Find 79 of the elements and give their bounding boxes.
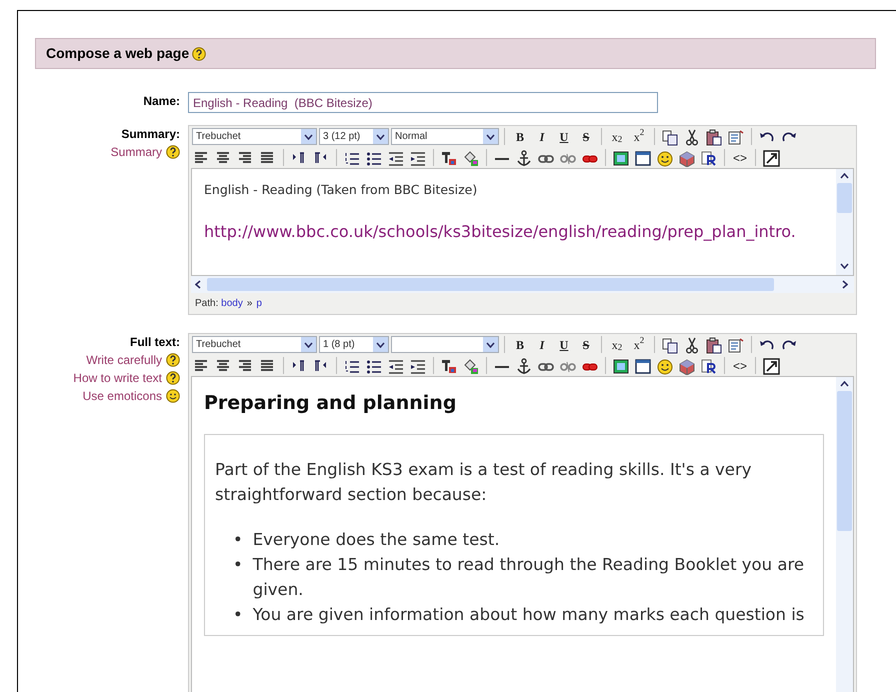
scrollbar-thumb[interactable] xyxy=(837,391,852,531)
help-icon xyxy=(166,145,180,159)
field-label: Full text: xyxy=(130,334,180,351)
section-title: Compose a web page xyxy=(46,44,190,63)
document-icon[interactable] xyxy=(727,128,745,146)
scroll-down-icon xyxy=(840,263,849,269)
font-select[interactable]: Trebuchet xyxy=(192,128,317,145)
path-label: Path: xyxy=(195,298,218,309)
bullet: • xyxy=(233,604,243,626)
paragraph: Part of the English KS3 exam is a test of reading skills. It's a very straightforward section because: xyxy=(215,458,753,506)
subscript-button[interactable]: x$_{2}$ xyxy=(607,335,627,354)
cube-icon[interactable] xyxy=(678,148,696,166)
name-field[interactable]: English - Reading (BBC Bitesize) xyxy=(188,92,658,113)
list-item: Everyone does the same test. xyxy=(252,528,500,550)
clipboard-icon[interactable] xyxy=(705,336,723,354)
help-icon xyxy=(166,353,180,367)
table-icon[interactable] xyxy=(634,148,652,166)
smiley-icon xyxy=(166,389,180,403)
replace-icon[interactable] xyxy=(700,148,718,166)
image-icon[interactable] xyxy=(612,148,630,166)
scroll-up-icon xyxy=(840,173,849,179)
underline-button[interactable]: U xyxy=(554,127,574,146)
scroll-left-icon xyxy=(195,280,201,289)
bold-button[interactable]: B xyxy=(510,127,530,146)
scrollbar-thumb[interactable] xyxy=(837,183,852,213)
list-item: There are 15 minutes to read through the Reading Booklet you are given. xyxy=(252,554,806,600)
copy-icon[interactable] xyxy=(661,336,679,354)
list-item: You are given information about how many marks each question is xyxy=(252,604,804,626)
anchor-icon[interactable] xyxy=(515,356,533,374)
superscript-button[interactable]: x$^{2}$ xyxy=(629,127,649,146)
bullet: • xyxy=(233,528,243,550)
clipboard-icon[interactable] xyxy=(705,128,723,146)
cube-icon[interactable] xyxy=(678,356,696,374)
bullet: • xyxy=(233,554,243,576)
field-label: Name: xyxy=(143,93,180,110)
help-link[interactable]: How to write text xyxy=(73,369,162,387)
format-select[interactable]: Normal xyxy=(391,128,499,145)
smiley-icon[interactable] xyxy=(656,148,674,166)
size-select[interactable]: 3 (12 pt) xyxy=(319,128,389,145)
help-link[interactable]: Use emoticons xyxy=(82,387,162,405)
size-select[interactable]: 1 (8 pt) xyxy=(319,336,389,353)
path-link[interactable]: p xyxy=(256,298,262,309)
superscript-button[interactable]: x$^{2}$ xyxy=(629,335,649,354)
bold-button[interactable]: B xyxy=(510,335,530,354)
help-icon xyxy=(192,46,206,60)
fullscreen-icon[interactable] xyxy=(762,148,780,166)
anchor-icon[interactable] xyxy=(515,148,533,166)
scissors-icon[interactable] xyxy=(683,336,701,354)
replace-icon[interactable] xyxy=(700,356,718,374)
help-icon xyxy=(166,371,180,385)
html-source-button[interactable]: <> xyxy=(730,148,750,167)
url-link[interactable]: http://www.bbc.co.uk/schools/ks3bitesize/english/reading/prep_plan_intro. xyxy=(204,220,796,244)
fullscreen-icon[interactable] xyxy=(762,356,780,374)
smiley-icon[interactable] xyxy=(656,356,674,374)
help-link[interactable]: Write carefully xyxy=(86,351,162,369)
subscript-button[interactable]: x$_{2}$ xyxy=(607,127,627,146)
paragraph: English - Reading (Taken from BBC Bitesize) xyxy=(204,181,478,199)
italic-button[interactable]: I xyxy=(532,335,552,354)
fill-color-icon[interactable] xyxy=(462,356,480,374)
html-source-button[interactable]: <> xyxy=(730,356,750,375)
fill-color-icon[interactable] xyxy=(462,148,480,166)
table-icon[interactable] xyxy=(634,356,652,374)
strikethrough-button[interactable]: S xyxy=(576,335,596,354)
heading: Preparing and planning xyxy=(204,391,458,416)
scroll-right-icon xyxy=(842,280,848,289)
strikethrough-button[interactable]: S xyxy=(576,127,596,146)
path-link[interactable]: body xyxy=(221,298,243,309)
field-label: Summary: xyxy=(121,126,180,143)
path-separator: » xyxy=(246,298,252,309)
underline-button[interactable]: U xyxy=(554,335,574,354)
italic-button[interactable]: I xyxy=(532,127,552,146)
scrollbar-thumb[interactable] xyxy=(207,278,774,291)
copy-icon[interactable] xyxy=(661,128,679,146)
document-icon[interactable] xyxy=(727,336,745,354)
image-icon[interactable] xyxy=(612,356,630,374)
help-link[interactable]: Summary xyxy=(110,143,162,161)
scissors-icon[interactable] xyxy=(683,128,701,146)
scroll-up-icon xyxy=(840,381,849,387)
font-select[interactable]: Trebuchet xyxy=(192,336,317,353)
